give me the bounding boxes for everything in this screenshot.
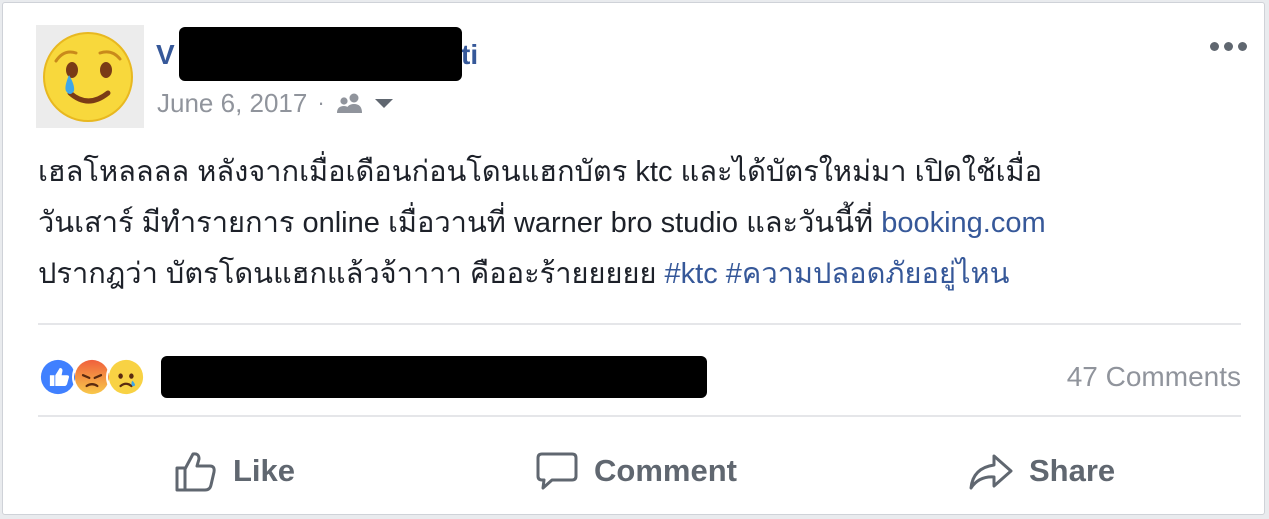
comments-count[interactable]: 47 Comments <box>1003 359 1241 395</box>
author-name-end[interactable]: ti <box>461 35 478 75</box>
author-name-start[interactable]: V <box>156 35 175 75</box>
action-bar: Like Comment Share <box>38 441 1241 501</box>
post-text-line-2-content: วันเสาร์ มีทำรายการ online เมื่อวานที่ w… <box>38 207 882 239</box>
like-label: Like <box>233 453 296 488</box>
share-button[interactable]: Share <box>967 441 1115 501</box>
thumbs-up-icon <box>175 452 216 492</box>
post-date[interactable]: June 6, 2017 <box>157 88 307 119</box>
post-text-line-3: ปรากฎว่า บัตรโดนแฮกแล้วจ้าาาา คืออะร้ายย… <box>38 249 1238 300</box>
sad-reaction-icon <box>106 357 146 397</box>
divider-bottom <box>38 415 1241 417</box>
hashtags-link[interactable]: #ktc #ความปลอดภัยอยู่ไหน <box>665 258 1010 290</box>
post-text: เฮลโหลลลล หลังจากเมื่อเดือนก่อนโดนแฮกบัต… <box>38 147 1238 300</box>
comment-button[interactable]: Comment <box>534 441 737 501</box>
share-label: Share <box>1029 453 1116 488</box>
post-meta: June 6, 2017 · <box>157 85 395 121</box>
like-button[interactable]: Like <box>173 441 295 501</box>
post-card: V ti June 6, 2017 · เฮลโหลลลล หลังจากเมื… <box>2 2 1265 515</box>
comment-label: Comment <box>594 453 737 488</box>
chevron-down-icon[interactable] <box>373 96 395 110</box>
reaction-icons[interactable] <box>38 357 146 397</box>
post-text-line-2: วันเสาร์ มีทำรายการ online เมื่อวานที่ w… <box>38 198 1238 249</box>
crying-face-avatar-icon <box>43 32 133 122</box>
more-options-icon[interactable] <box>1203 31 1253 61</box>
redaction-bar-name <box>179 27 462 81</box>
booking-link[interactable]: booking.com <box>881 207 1045 239</box>
redaction-bar-reactors <box>161 356 707 398</box>
share-arrow-icon <box>969 454 1013 490</box>
friends-icon[interactable] <box>335 92 365 114</box>
divider-top <box>38 323 1241 325</box>
meta-separator: · <box>317 90 325 115</box>
speech-bubble-icon <box>536 452 578 490</box>
post-text-line-1: เฮลโหลลลล หลังจากเมื่อเดือนก่อนโดนแฮกบัต… <box>38 156 1043 188</box>
profile-avatar[interactable] <box>36 25 144 128</box>
post-text-line-3-content: ปรากฎว่า บัตรโดนแฮกแล้วจ้าาาา คืออะร้ายย… <box>38 258 665 290</box>
